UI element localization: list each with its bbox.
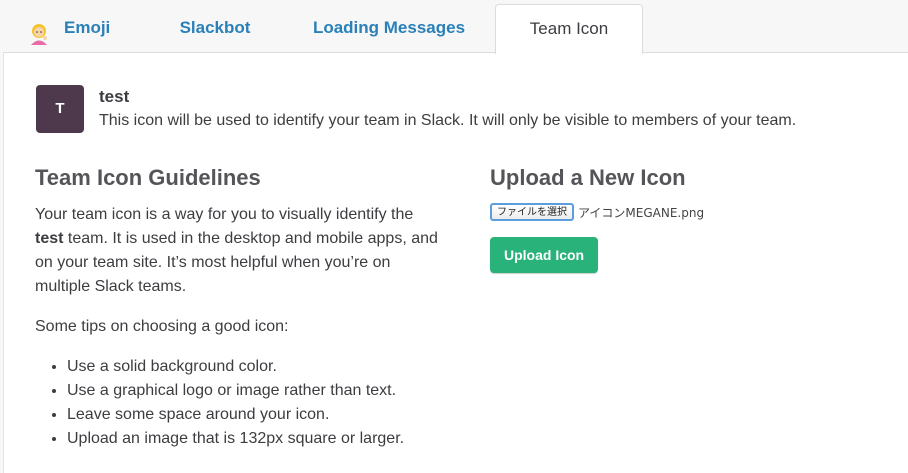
guidelines-team-name: test	[35, 230, 64, 247]
upload-section: Upload a New Icon ファイルを選択 アイコンMEGANE.png…	[490, 163, 890, 273]
tab-loading-messages[interactable]: Loading Messages	[304, 4, 474, 52]
file-input: ファイルを選択 アイコンMEGANE.png	[490, 201, 890, 223]
tab-emoji-label: Emoji	[64, 18, 111, 37]
choose-file-button[interactable]: ファイルを選択	[490, 203, 574, 221]
person-emoji-icon	[28, 16, 50, 45]
team-avatar: T	[36, 85, 84, 133]
upload-title: Upload a New Icon	[490, 165, 686, 190]
team-icon-panel: T test This icon will be used to identif…	[3, 52, 908, 473]
tab-bar: Emoji Slackbot Loading Messages Team Ico…	[0, 0, 908, 54]
guidelines-title: Team Icon Guidelines	[35, 165, 261, 190]
tip-item: Use a graphical logo or image rather tha…	[67, 379, 445, 403]
team-name: test	[99, 87, 130, 106]
team-description: This icon will be used to identify your …	[99, 112, 797, 129]
tips-intro: Some tips on choosing a good icon:	[35, 318, 289, 335]
tip-item: Leave some space around your icon.	[67, 403, 445, 427]
tips-list: Use a solid background color. Use a grap…	[35, 355, 445, 451]
guidelines-text-before: Your team icon is a way for you to visua…	[35, 206, 414, 223]
guidelines-section: Team Icon Guidelines Your team icon is a…	[35, 163, 445, 451]
tip-item: Use a solid background color.	[67, 355, 445, 379]
tab-emoji[interactable]: Emoji	[28, 4, 128, 52]
tab-slackbot[interactable]: Slackbot	[170, 4, 260, 52]
upload-icon-button[interactable]: Upload Icon	[490, 237, 599, 273]
tab-team-icon[interactable]: Team Icon	[495, 4, 643, 54]
selected-file-name: アイコンMEGANE.png	[578, 205, 705, 220]
tip-item: Upload an image that is 132px square or …	[67, 427, 445, 451]
guidelines-paragraph: Your team icon is a way for you to visua…	[35, 203, 445, 299]
guidelines-text-after: team. It is used in the desktop and mobi…	[35, 230, 438, 295]
